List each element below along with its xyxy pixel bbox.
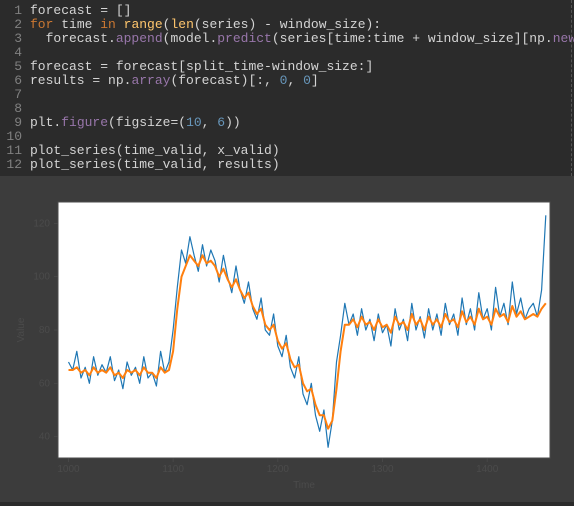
code-line[interactable]: 9plt.figure(figsize=(10, 6)): [0, 116, 571, 130]
y-axis-label: Value: [16, 317, 27, 342]
line-number: 3: [0, 32, 30, 46]
x-tick: 1200: [267, 458, 290, 475]
line-number: 5: [0, 60, 30, 74]
code-text[interactable]: for time in range(len(series) - window_s…: [30, 18, 381, 32]
svg-text:1100: 1100: [162, 464, 184, 475]
x-axis-label: Time: [293, 480, 315, 491]
forecast-chart: 1000 1100 1200 1300 1400 Time 40 60 80 100 120 Valu…: [10, 192, 560, 492]
line-number: 12: [0, 158, 30, 172]
code-line[interactable]: 2for time in range(len(series) - window_…: [0, 18, 571, 32]
code-line[interactable]: 11plot_series(time_valid, x_valid): [0, 144, 571, 158]
line-number: 2: [0, 18, 30, 32]
output-cell: 1000 1100 1200 1300 1400 Time 40 60 80 100 120 Valu…: [0, 176, 574, 502]
code-line[interactable]: 5forecast = forecast[split_time-window_s…: [0, 60, 571, 74]
code-line[interactable]: 10: [0, 130, 571, 144]
line-number: 7: [0, 88, 30, 102]
code-line[interactable]: 1forecast = []: [0, 4, 571, 18]
line-number: 1: [0, 4, 30, 18]
y-tick: 40: [39, 432, 58, 443]
plot-background: [58, 202, 550, 458]
code-line[interactable]: 7: [0, 88, 571, 102]
svg-text:1000: 1000: [57, 464, 80, 475]
svg-text:1300: 1300: [371, 464, 394, 475]
code-line[interactable]: 8: [0, 102, 571, 116]
code-text[interactable]: plot_series(time_valid, x_valid): [30, 144, 280, 158]
code-text[interactable]: results = np.array(forecast)[:, 0, 0]: [30, 74, 319, 88]
code-text[interactable]: forecast = []: [30, 4, 131, 18]
svg-text:60: 60: [39, 378, 51, 389]
line-number: 9: [0, 116, 30, 130]
y-tick: 100: [33, 272, 58, 283]
code-line[interactable]: 3 forecast.append(model.predict(series[t…: [0, 32, 571, 46]
line-number: 8: [0, 102, 30, 116]
svg-text:1400: 1400: [476, 464, 499, 475]
y-tick: 120: [33, 218, 58, 229]
code-line[interactable]: 12plot_series(time_valid, results): [0, 158, 571, 172]
code-line[interactable]: 6results = np.array(forecast)[:, 0, 0]: [0, 74, 571, 88]
line-number: 10: [0, 130, 30, 144]
x-tick: 1000: [57, 458, 80, 475]
svg-text:100: 100: [33, 272, 50, 283]
x-tick: 1100: [162, 458, 184, 475]
svg-text:120: 120: [33, 218, 50, 229]
y-tick: 80: [39, 325, 58, 336]
x-tick: 1400: [476, 458, 499, 475]
svg-text:40: 40: [39, 432, 51, 443]
svg-text:80: 80: [39, 325, 51, 336]
code-line[interactable]: 4: [0, 46, 571, 60]
line-number: 11: [0, 144, 30, 158]
y-tick: 60: [39, 378, 58, 389]
x-tick: 1300: [371, 458, 394, 475]
code-text[interactable]: plt.figure(figsize=(10, 6)): [30, 116, 241, 130]
code-editor[interactable]: 1forecast = []2for time in range(len(ser…: [0, 0, 572, 176]
line-number: 4: [0, 46, 30, 60]
code-text[interactable]: plot_series(time_valid, results): [30, 158, 280, 172]
line-number: 6: [0, 74, 30, 88]
svg-text:1200: 1200: [267, 464, 290, 475]
code-text[interactable]: forecast.append(model.predict(series[tim…: [30, 32, 574, 46]
code-text[interactable]: forecast = forecast[split_time-window_si…: [30, 60, 373, 74]
